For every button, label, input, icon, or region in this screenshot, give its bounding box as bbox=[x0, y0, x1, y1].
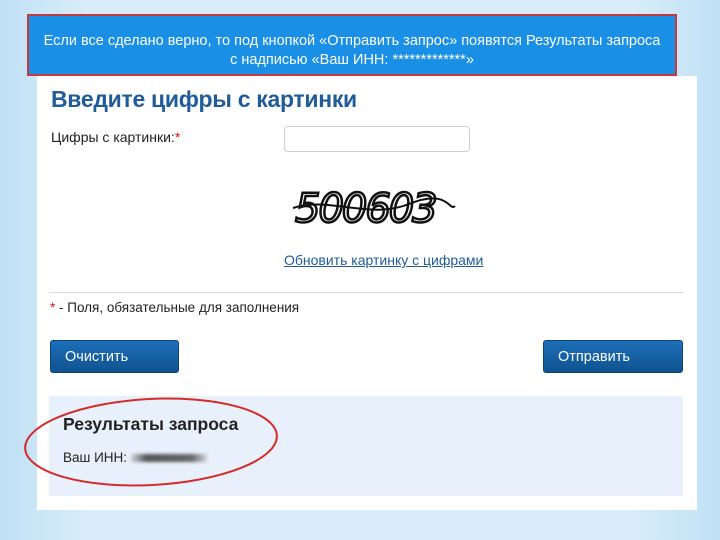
captcha-label: Цифры с картинки:* bbox=[51, 129, 180, 145]
instruction-banner: Если все сделано верно, то под кнопкой «… bbox=[27, 14, 677, 76]
captcha-input[interactable] bbox=[284, 126, 470, 152]
required-fields-note: * - Поля, обязательные для заполнения bbox=[50, 300, 299, 315]
required-note-text: - Поля, обязательные для заполнения bbox=[55, 300, 300, 315]
refresh-captcha-link[interactable]: Обновить картинку с цифрами bbox=[284, 252, 483, 268]
highlight-oval bbox=[24, 397, 278, 487]
instruction-text: Если все сделано верно, то под кнопкой «… bbox=[43, 33, 661, 68]
send-request-button[interactable]: Отправить запрос bbox=[543, 340, 683, 398]
clear-form-button[interactable]: Очистить форму bbox=[50, 340, 179, 398]
captcha-label-text: Цифры с картинки: bbox=[51, 129, 175, 145]
required-asterisk: * bbox=[174, 129, 181, 145]
form-title: Введите цифры с картинки bbox=[51, 86, 357, 112]
captcha-image: 500603 bbox=[292, 185, 456, 233]
divider bbox=[49, 292, 683, 293]
